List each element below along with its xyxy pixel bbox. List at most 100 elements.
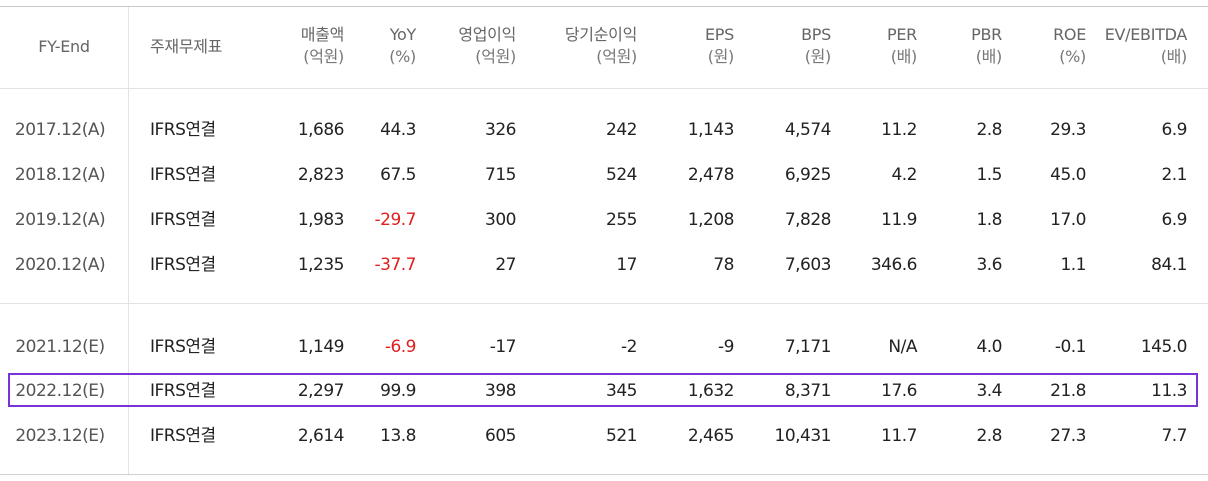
revenue-cell: 1,686 bbox=[297, 120, 345, 140]
bps-cell: 8,371 bbox=[784, 381, 832, 401]
fy-end-cell: 2021.12(E) bbox=[15, 337, 105, 357]
pbr-cell: 3.4 bbox=[976, 381, 1002, 401]
net-income-cell: 521 bbox=[606, 426, 637, 446]
header-label: 당기순이익 bbox=[564, 25, 637, 44]
net-income-cell: -2 bbox=[621, 337, 637, 357]
roe-cell: 29.3 bbox=[1050, 120, 1086, 140]
revenue-cell: 1,983 bbox=[297, 210, 345, 230]
pbr-cell: 2.8 bbox=[976, 426, 1002, 446]
fy-end-cell: 2017.12(A) bbox=[14, 120, 106, 140]
net-income-cell: 255 bbox=[606, 210, 637, 230]
revenue-cell: 2,823 bbox=[297, 165, 345, 185]
yoy-cell: -37.7 bbox=[374, 255, 417, 275]
net-income-cell: 345 bbox=[606, 381, 637, 401]
header-ev-ebitda: EV/EBITDA (배) bbox=[1086, 24, 1188, 68]
pbr-cell: 1.8 bbox=[976, 210, 1002, 230]
bps-cell: 6,925 bbox=[784, 165, 832, 185]
roe-cell: -0.1 bbox=[1054, 337, 1087, 357]
ev-ebitda-cell: 145.0 bbox=[1140, 337, 1188, 357]
header-unit: (배) bbox=[1160, 47, 1188, 66]
yoy-cell: 99.9 bbox=[380, 381, 416, 401]
fy-end-cell: 2018.12(A) bbox=[14, 165, 106, 185]
header-unit: (억원) bbox=[303, 47, 344, 66]
pbr-cell: 3.6 bbox=[976, 255, 1002, 275]
pbr-cell: 1.5 bbox=[976, 165, 1002, 185]
header-unit: (원) bbox=[707, 47, 735, 66]
per-cell: N/A bbox=[888, 337, 917, 357]
per-cell: 11.7 bbox=[881, 426, 917, 446]
fy-end-cell: 2022.12(E) bbox=[15, 381, 105, 401]
pbr-cell: 2.8 bbox=[976, 120, 1002, 140]
bps-cell: 7,603 bbox=[784, 255, 832, 275]
net-income-cell: 17 bbox=[616, 255, 637, 275]
header-unit: (%) bbox=[1059, 47, 1086, 66]
eps-cell: 1,143 bbox=[687, 120, 735, 140]
header-divider bbox=[0, 88, 1208, 89]
yoy-cell: 13.8 bbox=[380, 426, 416, 446]
operating-profit-cell: 326 bbox=[485, 120, 516, 140]
header-label: FY-End bbox=[38, 37, 90, 56]
header-label: 매출액 bbox=[300, 25, 345, 44]
operating-profit-cell: 27 bbox=[495, 255, 516, 275]
pbr-cell: 4.0 bbox=[976, 337, 1002, 357]
header-per: PER (배) bbox=[831, 24, 917, 68]
header-yoy: YoY (%) bbox=[344, 24, 416, 68]
ev-ebitda-cell: 7.7 bbox=[1161, 426, 1187, 446]
per-cell: 346.6 bbox=[870, 255, 918, 275]
header-eps: EPS (원) bbox=[637, 24, 734, 68]
per-cell: 17.6 bbox=[881, 381, 917, 401]
header-unit: (%) bbox=[389, 47, 416, 66]
header-label: PBR bbox=[971, 25, 1002, 44]
eps-cell: 1,632 bbox=[687, 381, 735, 401]
header-operating-profit: 영업이익 (억원) bbox=[416, 24, 516, 68]
header-unit: (배) bbox=[890, 47, 918, 66]
header-unit: (원) bbox=[804, 47, 832, 66]
yoy-cell: -29.7 bbox=[374, 210, 417, 230]
eps-cell: 2,478 bbox=[687, 165, 735, 185]
financial-summary-table: FY-End 주재무제표 매출액 (억원) YoY (%) 영업이익 (억원) … bbox=[0, 0, 1208, 481]
eps-cell: -9 bbox=[718, 337, 734, 357]
table-top-border bbox=[0, 6, 1208, 7]
header-net-income: 당기순이익 (억원) bbox=[516, 24, 637, 68]
bps-cell: 7,171 bbox=[784, 337, 832, 357]
roe-cell: 1.1 bbox=[1060, 255, 1086, 275]
header-label: ROE bbox=[1053, 25, 1086, 44]
header-unit: (억원) bbox=[475, 47, 516, 66]
eps-cell: 78 bbox=[713, 255, 734, 275]
roe-cell: 17.0 bbox=[1050, 210, 1086, 230]
header-fy-end: FY-End bbox=[0, 36, 128, 58]
operating-profit-cell: 398 bbox=[485, 381, 516, 401]
per-cell: 4.2 bbox=[891, 165, 917, 185]
revenue-cell: 1,149 bbox=[297, 337, 345, 357]
ev-ebitda-cell: 6.9 bbox=[1161, 120, 1187, 140]
net-income-cell: 242 bbox=[606, 120, 637, 140]
eps-cell: 2,465 bbox=[687, 426, 735, 446]
per-cell: 11.2 bbox=[881, 120, 917, 140]
header-label: 영업이익 bbox=[458, 25, 516, 44]
revenue-cell: 2,297 bbox=[297, 381, 345, 401]
operating-profit-cell: 605 bbox=[485, 426, 516, 446]
ev-ebitda-cell: 6.9 bbox=[1161, 210, 1187, 230]
fy-end-cell: 2020.12(A) bbox=[14, 255, 106, 275]
header-label: YoY bbox=[389, 25, 417, 44]
table-bottom-border bbox=[0, 474, 1208, 475]
roe-cell: 27.3 bbox=[1050, 426, 1086, 446]
header-label: EPS bbox=[704, 25, 734, 44]
roe-cell: 45.0 bbox=[1050, 165, 1086, 185]
per-cell: 11.9 bbox=[881, 210, 917, 230]
revenue-cell: 1,235 bbox=[297, 255, 345, 275]
bps-cell: 4,574 bbox=[784, 120, 832, 140]
revenue-cell: 2,614 bbox=[297, 426, 345, 446]
eps-cell: 1,208 bbox=[687, 210, 735, 230]
bps-cell: 7,828 bbox=[784, 210, 832, 230]
header-bps: BPS (원) bbox=[734, 24, 831, 68]
ev-ebitda-cell: 84.1 bbox=[1151, 255, 1187, 275]
fy-end-cell: 2023.12(E) bbox=[15, 426, 105, 446]
net-income-cell: 524 bbox=[606, 165, 637, 185]
header-unit: (배) bbox=[975, 47, 1003, 66]
ev-ebitda-cell: 2.1 bbox=[1161, 165, 1187, 185]
bps-cell: 10,431 bbox=[774, 426, 832, 446]
header-roe: ROE (%) bbox=[1002, 24, 1086, 68]
roe-cell: 21.8 bbox=[1050, 381, 1086, 401]
header-unit: (억원) bbox=[596, 47, 637, 66]
